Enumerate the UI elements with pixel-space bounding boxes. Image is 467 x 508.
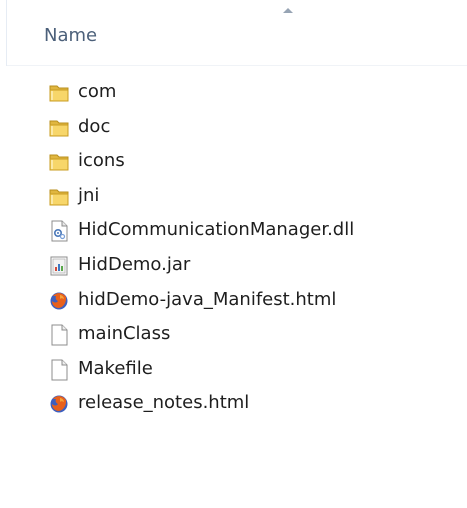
list-item-com[interactable]: com (0, 75, 467, 110)
firefox-html-icon (48, 290, 70, 312)
jar-file-icon (48, 255, 70, 277)
dll-file-icon (48, 220, 70, 242)
list-item-release-notes[interactable]: release_notes.html (0, 386, 467, 421)
list-item-doc[interactable]: doc (0, 110, 467, 145)
file-explorer-pane: Name com doc icons jni HidCommunicationM… (0, 0, 467, 508)
list-item-label: HidCommunicationManager.dll (78, 219, 355, 241)
list-item-makefile[interactable]: Makefile (0, 352, 467, 387)
sort-ascending-icon (283, 8, 293, 13)
list-item-label: HidDemo.jar (78, 253, 191, 275)
list-item-icons[interactable]: icons (0, 144, 467, 179)
list-item-label: mainClass (78, 323, 171, 345)
list-item-label: jni (78, 184, 100, 206)
list-item-dll[interactable]: HidCommunicationManager.dll (0, 213, 467, 248)
list-item-label: release_notes.html (78, 392, 250, 414)
column-header-name[interactable]: Name (44, 23, 97, 49)
list-item-jni[interactable]: jni (0, 179, 467, 214)
blank-file-icon (48, 324, 70, 346)
list-item-label: com (78, 81, 117, 102)
list-item-label: Makefile (78, 357, 153, 379)
folder-icon (48, 151, 70, 173)
list-item-label: icons (78, 150, 125, 172)
list-item-jar[interactable]: HidDemo.jar (0, 248, 467, 283)
column-header-bar: Name (0, 0, 467, 66)
firefox-html-icon (48, 393, 70, 415)
file-list: com doc icons jni HidCommunicationManage… (0, 75, 467, 421)
header-divider (7, 65, 467, 66)
list-item-label: hidDemo-java_Manifest.html (78, 288, 337, 310)
folder-icon (48, 186, 70, 208)
folder-icon (48, 82, 70, 104)
list-item-manifest-html[interactable]: hidDemo-java_Manifest.html (0, 283, 467, 318)
folder-icon (48, 117, 70, 139)
blank-file-icon (48, 359, 70, 381)
column-divider (6, 0, 7, 66)
list-item-label: doc (78, 115, 111, 137)
list-item-mainclass[interactable]: mainClass (0, 317, 467, 352)
